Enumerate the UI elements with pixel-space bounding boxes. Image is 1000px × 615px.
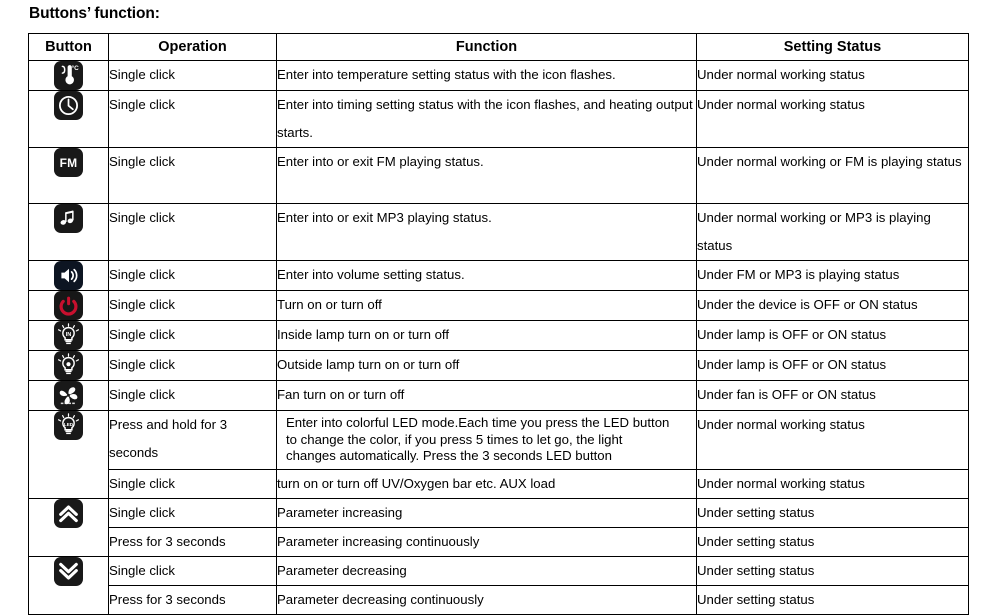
setting-status-cell: Under setting status bbox=[696, 556, 969, 586]
operation-cell: Single click bbox=[108, 380, 277, 411]
operation-cell: Single click bbox=[108, 556, 277, 586]
button-cell: IN bbox=[28, 320, 109, 351]
button-cell bbox=[28, 380, 109, 411]
function-cell: Enter into volume setting status. bbox=[276, 260, 697, 291]
table-row: Press for 3 seconds Parameter increasing… bbox=[29, 527, 969, 557]
setting-status-cell: Under normal working status bbox=[696, 60, 969, 91]
column-header-operation: Operation bbox=[108, 33, 277, 61]
button-cell bbox=[28, 498, 109, 557]
power-icon bbox=[54, 291, 83, 320]
function-line: Enter into colorful LED mode.Each time y… bbox=[286, 415, 670, 430]
function-cell: Parameter increasing bbox=[276, 498, 697, 528]
svg-text:°C: °C bbox=[72, 64, 80, 72]
setting-status-cell: Under FM or MP3 is playing status bbox=[696, 260, 969, 291]
svg-text:IN: IN bbox=[66, 332, 72, 338]
button-cell: LED bbox=[28, 410, 109, 499]
function-cell: Enter into timing setting status with th… bbox=[276, 90, 697, 148]
operation-cell: Press for 3 seconds bbox=[108, 527, 277, 557]
operation-cell: Single click bbox=[108, 469, 277, 499]
setting-status-cell: Under fan is OFF or ON status bbox=[696, 380, 969, 411]
thermometer-icon: °C bbox=[54, 61, 83, 90]
table-row: Single click Enter into or exit MP3 play… bbox=[28, 203, 969, 261]
function-cell: Enter into or exit MP3 playing status. bbox=[276, 203, 697, 261]
operation-cell: Single click bbox=[108, 290, 277, 321]
operation-cell: Press and hold for 3 seconds bbox=[108, 410, 277, 470]
page-title: Buttons’ function: bbox=[29, 5, 160, 22]
function-cell: Enter into or exit FM playing status. bbox=[276, 147, 697, 204]
table-row: Single click turn on or turn off UV/Oxyg… bbox=[29, 469, 969, 499]
column-header-setting-status: Setting Status bbox=[696, 33, 969, 61]
function-cell: Enter into temperature setting status wi… bbox=[276, 60, 697, 91]
table-row: LED Press and hold for 3 seconds Enter i… bbox=[28, 410, 969, 499]
function-cell: Parameter increasing continuously bbox=[276, 527, 697, 557]
table-row: Single click Parameter increasing Under … bbox=[28, 498, 969, 557]
svg-text:LED: LED bbox=[64, 422, 74, 427]
table-row: Single click Enter into volume setting s… bbox=[28, 260, 969, 291]
setting-status-cell: Under lamp is OFF or ON status bbox=[696, 350, 969, 381]
buttons-function-table: Button Operation Function Setting Status bbox=[28, 33, 969, 615]
function-cell: Parameter decreasing bbox=[276, 556, 697, 586]
setting-status-cell: Under the device is OFF or ON status bbox=[696, 290, 969, 321]
operation-cell: Single click bbox=[108, 60, 277, 91]
table-row: Single click Parameter decreasing Under … bbox=[28, 556, 969, 615]
table-row: FM Single click Enter into or exit FM pl… bbox=[28, 147, 969, 204]
function-cell: Parameter decreasing continuously bbox=[276, 585, 697, 615]
speaker-volume-icon bbox=[54, 261, 83, 290]
fan-icon bbox=[54, 381, 83, 410]
button-cell bbox=[28, 90, 109, 148]
setting-status-cell: Under normal working status bbox=[696, 469, 969, 499]
table-row: Press for 3 seconds Parameter decreasing… bbox=[29, 585, 969, 615]
function-cell: Enter into colorful LED mode.Each time y… bbox=[276, 410, 697, 470]
function-cell: Outside lamp turn on or turn off bbox=[276, 350, 697, 381]
outside-lamp-icon bbox=[54, 351, 83, 380]
table-row: Single click Turn on or turn off Under t… bbox=[28, 290, 969, 321]
setting-status-cell: Under normal working or FM is playing st… bbox=[696, 147, 969, 204]
double-chevron-up-icon bbox=[54, 499, 83, 528]
column-header-button: Button bbox=[28, 33, 109, 61]
operation-cell: Single click bbox=[108, 320, 277, 351]
button-cell: °C bbox=[28, 60, 109, 91]
operation-cell: Single click bbox=[108, 147, 277, 204]
function-cell: Fan turn on or turn off bbox=[276, 380, 697, 411]
setting-status-cell: Under setting status bbox=[696, 527, 969, 557]
column-header-function: Function bbox=[276, 33, 697, 61]
function-cell: Inside lamp turn on or turn off bbox=[276, 320, 697, 351]
buttons-function-page: Buttons’ function: Button Operation Func… bbox=[0, 0, 1000, 615]
fm-icon: FM bbox=[54, 148, 83, 177]
button-cell: FM bbox=[28, 147, 109, 204]
setting-status-cell: Under lamp is OFF or ON status bbox=[696, 320, 969, 351]
led-lamp-icon: LED bbox=[54, 411, 83, 440]
setting-status-cell: Under setting status bbox=[696, 585, 969, 615]
operation-cell: Single click bbox=[108, 260, 277, 291]
setting-status-cell: Under normal working status bbox=[696, 90, 969, 148]
button-cell bbox=[28, 260, 109, 291]
function-line: to change the color, if you press 5 time… bbox=[286, 431, 623, 447]
button-cell bbox=[28, 350, 109, 381]
inside-lamp-icon: IN bbox=[54, 321, 83, 350]
function-cell: Turn on or turn off bbox=[276, 290, 697, 321]
operation-cell: Single click bbox=[108, 90, 277, 148]
table-row: Single click Fan turn on or turn off Und… bbox=[28, 380, 969, 411]
setting-status-cell: Under normal working status bbox=[696, 410, 969, 470]
music-note-icon bbox=[54, 204, 83, 233]
operation-cell: Press for 3 seconds bbox=[108, 585, 277, 615]
button-cell bbox=[28, 556, 109, 615]
clock-icon bbox=[54, 91, 83, 120]
table-row: IN Single click Inside lamp turn on or t… bbox=[28, 320, 969, 351]
operation-cell: Single click bbox=[108, 498, 277, 528]
setting-status-cell: Under setting status bbox=[696, 498, 969, 528]
fm-icon-label: FM bbox=[59, 155, 78, 170]
table-row: Single click Outside lamp turn on or tur… bbox=[28, 350, 969, 381]
table-row: Single click Enter into timing setting s… bbox=[28, 90, 969, 148]
setting-status-cell: Under normal working or MP3 is playing s… bbox=[696, 203, 969, 261]
function-cell: turn on or turn off UV/Oxygen bar etc. A… bbox=[276, 469, 697, 499]
double-chevron-down-icon bbox=[54, 557, 83, 586]
table-header-row: Button Operation Function Setting Status bbox=[28, 33, 969, 61]
function-line: changes automatically. Press the 3 secon… bbox=[286, 448, 612, 463]
operation-cell: Single click bbox=[108, 350, 277, 381]
operation-cell: Single click bbox=[108, 203, 277, 261]
button-cell bbox=[28, 290, 109, 321]
table-row: °C Single click Enter into temperature s… bbox=[28, 60, 969, 91]
button-cell bbox=[28, 203, 109, 261]
